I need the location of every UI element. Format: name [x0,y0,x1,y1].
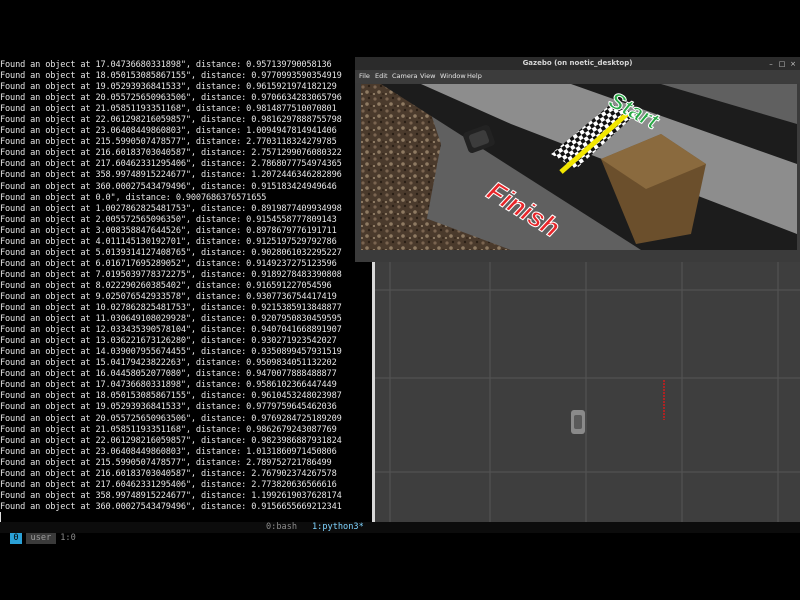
menu-edit[interactable]: Edit [375,70,388,83]
terminal-line: Found an object at 216.60183703040587", … [0,468,337,479]
terminal-line: Found an object at 22.061298216059857", … [0,435,342,446]
terminal-line: Found an object at 9.025076542933578", d… [0,291,337,302]
terminal-line: Found an object at 23.06408449860803", d… [0,126,337,137]
terminal-line: Found an object at 358.99748915224677", … [0,490,342,501]
terminal-line: Found an object at 19.05293936841533", d… [0,82,337,93]
robot-marker-icon [571,410,585,434]
tmux-status-bar: 0 user 1:0 0:bash 1:python3* [0,522,372,544]
terminal-line: Found an object at 19.05293936841533", d… [0,402,337,413]
tmux-window-python3[interactable]: 1:python3* [312,522,364,533]
terminal-line: Found an object at 17.04736680331898", d… [0,60,332,70]
terminal-line: Found an object at 15.04179423822263", d… [0,358,337,369]
terminal-pane[interactable]: Found an object at 17.04736680331898", d… [0,60,372,522]
terminal-line: Found an object at 7.0195039778372275", … [0,269,342,280]
terminal-line: Found an object at 360.00027543479496", … [0,501,342,512]
terminal-line: Found an object at 217.60462331295406", … [0,159,342,170]
terminal-line: Found an object at 5.0139314127408765", … [0,247,342,258]
scene-render: Finish Start [361,84,797,250]
terminal-line: Found an object at 360.00027543479496", … [0,181,337,192]
pane-divider[interactable] [372,262,375,522]
terminal-line: Found an object at 17.04736680331898", d… [0,380,337,391]
terminal-line: Found an object at 358.99748915224677", … [0,170,342,181]
window-title-bar[interactable]: Gazebo (on noetic_desktop) – □ × [355,57,800,70]
menu-window[interactable]: Window [440,70,466,83]
menu-file[interactable]: File [359,70,370,83]
terminal-line: Found an object at 21.05851193351168", d… [0,104,337,115]
terminal-line: Found an object at 215.5990507478577", d… [0,457,332,468]
terminal-line: Found an object at 18.050153085867155", … [0,391,342,402]
terminal-line: Found an object at 6.016717695289052", d… [0,258,337,269]
terminal-line: Found an object at 3.008358847644526", d… [0,225,337,236]
gazebo-window[interactable]: Gazebo (on noetic_desktop) – □ × File Ed… [355,57,800,262]
terminal-output: Found an object at 17.04736680331898", d… [0,60,372,513]
menu-camera[interactable]: Camera [392,70,418,83]
rviz-grid-view[interactable] [372,262,800,522]
terminal-line: Found an object at 20.055725650963506", … [0,93,342,104]
terminal-cursor [0,512,1,522]
terminal-line: Found an object at 14.039007955674455", … [0,347,342,358]
window-title: Gazebo (on noetic_desktop) [522,59,633,67]
menu-bar: File Edit Camera View Window Help [355,70,800,83]
terminal-line: Found an object at 2.005572565096350", d… [0,214,337,225]
menu-view[interactable]: View [420,70,435,83]
terminal-line: Found an object at 10.027862825481753", … [0,303,342,314]
terminal-line: Found an object at 1.0027862825481753", … [0,203,342,214]
menu-help[interactable]: Help [467,70,482,83]
tmux-session: 0 [10,533,22,544]
gazebo-3d-viewport[interactable]: Finish Start [361,84,797,250]
maximize-icon[interactable]: □ [778,60,786,68]
terminal-line: Found an object at 4.011145130192701", d… [0,236,337,247]
close-icon[interactable]: × [789,60,797,68]
terminal-line: Found an object at 12.033435390578104", … [0,325,342,336]
terminal-line: Found an object at 20.055725650963506", … [0,413,342,424]
terminal-line: Found an object at 18.050153085867155", … [0,71,342,82]
tmux-window-bash[interactable]: 0:bash [266,522,297,533]
tmux-user: user [25,533,57,544]
terminal-line: Found an object at 217.60462331295406", … [0,479,337,490]
grid-canvas [372,262,800,522]
terminal-line: Found an object at 0.0", distance: 0.900… [0,192,267,203]
terminal-line: Found an object at 216.60183703040587", … [0,148,342,159]
terminal-line: Found an object at 22.061298216059857", … [0,115,342,126]
terminal-line: Found an object at 16.04458052077080", d… [0,369,337,380]
terminal-line: Found an object at 8.022290260385402", d… [0,280,332,291]
terminal-line: Found an object at 11.030649108029928", … [0,314,342,325]
tmux-pane: 1:0 [60,533,76,543]
terminal-line: Found an object at 215.5990507478577", d… [0,137,337,148]
tmux-status-bar-extension [372,522,800,533]
terminal-line: Found an object at 13.036221673126280", … [0,336,337,347]
minimize-icon[interactable]: – [767,60,775,68]
terminal-line: Found an object at 23.06408449860803", d… [0,446,337,457]
terminal-line: Found an object at 21.05851193351168", d… [0,424,337,435]
